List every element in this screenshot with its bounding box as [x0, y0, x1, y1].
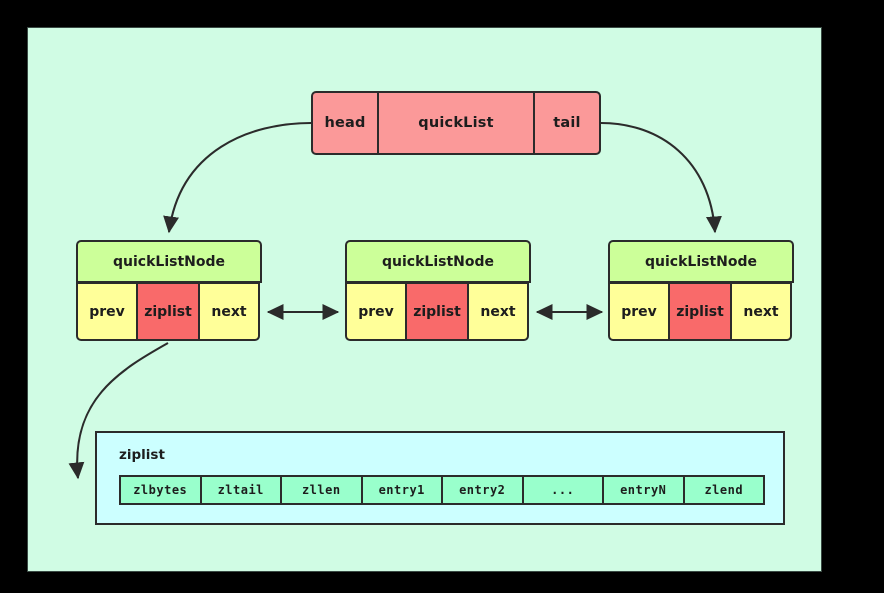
- quicklist-struct: head quickList tail: [311, 91, 601, 155]
- quicklistnode-1-ziplist: ziplist: [136, 282, 200, 341]
- quicklistnode-3: quickListNode prev ziplist next: [608, 240, 794, 341]
- ziplist-cell-zllen: zllen: [280, 475, 363, 505]
- diagram-stage: head quickList tail quickListNode prev z…: [0, 0, 884, 593]
- quicklistnode-3-header: quickListNode: [608, 240, 794, 283]
- ziplist-cell-zltail: zltail: [199, 475, 282, 505]
- quicklistnode-2-next: next: [467, 282, 529, 341]
- ziplist-cell-ellipsis: ...: [521, 475, 604, 505]
- quicklistnode-2-prev: prev: [345, 282, 407, 341]
- ziplist-panel-title: ziplist: [119, 447, 165, 463]
- quicklistnode-2: quickListNode prev ziplist next: [345, 240, 531, 341]
- ziplist-cell-entry1: entry1: [360, 475, 443, 505]
- ziplist-cell-zlend: zlend: [682, 475, 765, 505]
- quicklistnode-1-prev: prev: [76, 282, 138, 341]
- quicklistnode-3-prev: prev: [608, 282, 670, 341]
- quicklistnode-2-ziplist: ziplist: [405, 282, 469, 341]
- quicklist-name-field: quickList: [377, 93, 535, 153]
- quicklistnode-3-next: next: [730, 282, 792, 341]
- ziplist-cell-entryn: entryN: [602, 475, 685, 505]
- quicklistnode-1-header: quickListNode: [76, 240, 262, 283]
- quicklistnode-2-header: quickListNode: [345, 240, 531, 283]
- quicklistnode-1-next: next: [198, 282, 260, 341]
- ziplist-cell-row: zlbytes zltail zllen entry1 entry2 ... e…: [119, 475, 765, 505]
- quicklistnode-1: quickListNode prev ziplist next: [76, 240, 262, 341]
- ziplist-cell-entry2: entry2: [441, 475, 524, 505]
- quicklist-head-field: head: [324, 115, 366, 131]
- quicklistnode-3-ziplist: ziplist: [668, 282, 732, 341]
- quicklist-tail-field: tail: [553, 115, 581, 131]
- quicklistnode-1-fields: prev ziplist next: [76, 282, 262, 341]
- ziplist-cell-zlbytes: zlbytes: [119, 475, 202, 505]
- ziplist-panel: ziplist zlbytes zltail zllen entry1 entr…: [95, 431, 785, 525]
- quicklistnode-2-fields: prev ziplist next: [345, 282, 531, 341]
- quicklistnode-3-fields: prev ziplist next: [608, 282, 794, 341]
